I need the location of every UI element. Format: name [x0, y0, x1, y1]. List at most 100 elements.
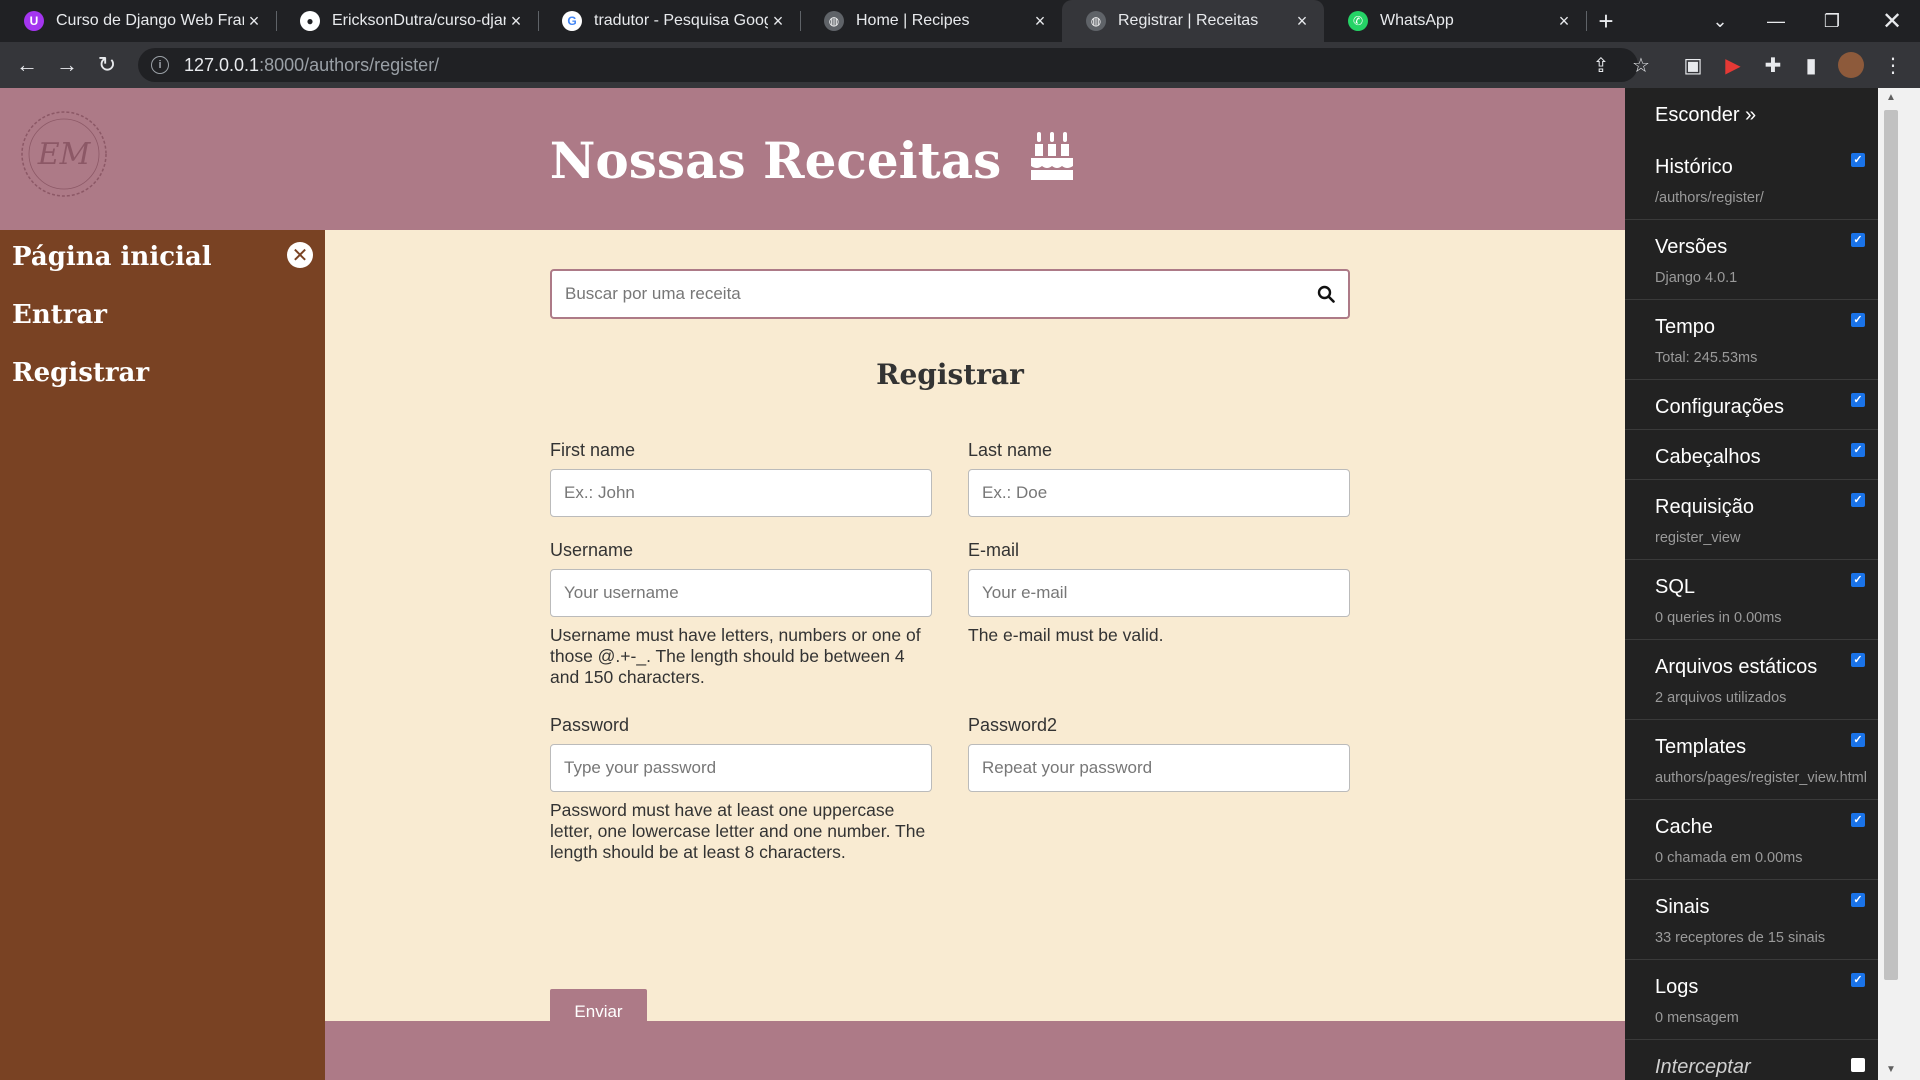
page-scrollbar[interactable]: ▲ ▼ — [1878, 88, 1920, 1080]
panel-title: Interceptar — [1655, 1056, 1751, 1078]
panel-signals[interactable]: Sinais 33 receptores de 15 sinais ✓ — [1625, 880, 1878, 960]
panel-checkbox[interactable]: ✓ — [1851, 493, 1865, 507]
panel-versions[interactable]: Versões Django 4.0.1 ✓ — [1625, 220, 1878, 300]
panel-title: Versões — [1655, 236, 1728, 258]
google-icon: G — [562, 11, 582, 31]
search-icon[interactable] — [1304, 285, 1348, 303]
panel-sql[interactable]: SQL 0 queries in 0.00ms ✓ — [1625, 560, 1878, 640]
last-name-field[interactable] — [968, 469, 1350, 517]
panel-checkbox[interactable]: ✓ — [1851, 573, 1865, 587]
panel-request[interactable]: Requisição register_view ✓ — [1625, 480, 1878, 560]
search-form — [550, 269, 1350, 319]
search-input[interactable] — [552, 271, 1304, 317]
email-group: E-mail The e-mail must be valid. — [968, 540, 1350, 646]
panel-checkbox[interactable]: ✓ — [1851, 893, 1865, 907]
close-icon[interactable]: × — [1292, 11, 1312, 32]
first-name-label: First name — [550, 440, 636, 460]
sidebar-item-login[interactable]: Entrar — [12, 300, 107, 330]
panel-history[interactable]: Histórico /authors/register/ ✓ — [1625, 140, 1878, 220]
extension-cast-icon[interactable]: ▣ — [1680, 52, 1706, 78]
profile-avatar[interactable] — [1838, 52, 1864, 78]
birthday-cake-icon — [1029, 130, 1075, 194]
panel-subtitle: 0 chamada em 0.00ms — [1655, 850, 1803, 866]
password-field[interactable] — [550, 744, 932, 792]
hide-toolbar-button[interactable]: Esconder » — [1655, 104, 1756, 127]
browser-tab-recipes[interactable]: ◍ Home | Recipes × — [800, 0, 1062, 42]
panel-headers[interactable]: Cabeçalhos ✓ — [1625, 430, 1878, 480]
extension-youtube-icon[interactable]: ▶ — [1720, 52, 1746, 78]
minimize-icon[interactable]: — — [1748, 0, 1804, 42]
scroll-up-arrow-icon[interactable]: ▲ — [1886, 92, 1896, 103]
window-close-icon[interactable]: ✕ — [1864, 0, 1920, 42]
browser-tab-whatsapp[interactable]: ✆ WhatsApp × — [1324, 0, 1586, 42]
panel-title: Tempo — [1655, 316, 1716, 338]
url-host: 127.0.0.1 — [184, 54, 260, 75]
bookmark-star-icon[interactable]: ☆ — [1628, 52, 1654, 78]
panel-checkbox[interactable]: ✓ — [1851, 153, 1865, 167]
browser-menu-icon[interactable]: ⋮ — [1880, 52, 1906, 78]
close-icon[interactable]: × — [1030, 11, 1050, 32]
panel-subtitle: 0 queries in 0.00ms — [1655, 610, 1782, 626]
back-icon[interactable]: ← — [11, 49, 43, 81]
extensions-puzzle-icon[interactable]: ✚ — [1760, 52, 1786, 78]
password2-label: Password2 — [968, 715, 1058, 735]
close-icon[interactable]: × — [768, 11, 788, 32]
address-bar[interactable]: i 127.0.0.1:8000/authors/register/ — [138, 48, 1638, 82]
username-label: Username — [550, 540, 634, 560]
panel-logs[interactable]: Logs 0 mensagem ✓ — [1625, 960, 1878, 1040]
side-panel-icon[interactable]: ▮ — [1798, 52, 1824, 78]
github-icon: ● — [300, 11, 320, 31]
browser-tab-github[interactable]: ● EricksonDutra/curso-djang × — [276, 0, 538, 42]
close-icon[interactable]: × — [1554, 11, 1574, 32]
password-help-text: Password must have at least one uppercas… — [550, 800, 926, 862]
site-info-icon[interactable]: i — [151, 56, 169, 74]
browser-tab-google[interactable]: G tradutor - Pesquisa Google × — [538, 0, 800, 42]
tab-title: WhatsApp — [1380, 12, 1454, 29]
browser-tab-registrar[interactable]: ◍ Registrar | Receitas × — [1062, 0, 1324, 42]
share-icon[interactable]: ⇪ — [1588, 52, 1614, 78]
scrollbar-thumb[interactable] — [1884, 110, 1898, 980]
email-field[interactable] — [968, 569, 1350, 617]
tab-title: Registrar | Receitas — [1118, 12, 1259, 29]
close-menu-icon[interactable]: ✕ — [287, 242, 313, 268]
first-name-field[interactable] — [550, 469, 932, 517]
panel-title: Histórico — [1655, 156, 1733, 178]
sidebar-item-register[interactable]: Registrar — [12, 358, 149, 388]
panel-checkbox[interactable]: ✓ — [1851, 313, 1865, 327]
close-icon[interactable]: × — [244, 11, 264, 32]
panel-intercept[interactable]: Interceptar — [1625, 1040, 1878, 1080]
panel-cache[interactable]: Cache 0 chamada em 0.00ms ✓ — [1625, 800, 1878, 880]
panel-checkbox[interactable]: ✓ — [1851, 443, 1865, 457]
scroll-down-arrow-icon[interactable]: ▼ — [1886, 1064, 1896, 1075]
tab-search-icon[interactable]: ⌄ — [1692, 0, 1748, 42]
panel-settings[interactable]: Configurações ✓ — [1625, 380, 1878, 430]
tab-title: Home | Recipes — [856, 12, 970, 29]
panel-checkbox[interactable]: ✓ — [1851, 813, 1865, 827]
password2-field[interactable] — [968, 744, 1350, 792]
panel-subtitle: 33 receptores de 15 sinais — [1655, 930, 1826, 946]
panel-checkbox[interactable]: ✓ — [1851, 973, 1865, 987]
panel-subtitle: 0 mensagem — [1655, 1010, 1739, 1026]
panel-checkbox[interactable]: ✓ — [1851, 393, 1865, 407]
panel-checkbox[interactable] — [1851, 1058, 1865, 1072]
panel-time[interactable]: Tempo Total: 245.53ms ✓ — [1625, 300, 1878, 380]
debug-toolbar: Esconder » Histórico /authors/register/ … — [1625, 88, 1878, 1080]
panel-checkbox[interactable]: ✓ — [1851, 653, 1865, 667]
username-field[interactable] — [550, 569, 932, 617]
sidebar-item-home[interactable]: Página inicial — [12, 242, 212, 272]
new-tab-button[interactable]: + — [1584, 0, 1628, 42]
close-icon[interactable]: × — [506, 11, 526, 32]
site-footer — [325, 1021, 1625, 1080]
panel-subtitle: authors/pages/register_view.html — [1655, 770, 1867, 786]
panel-static-files[interactable]: Arquivos estáticos 2 arquivos utilizados… — [1625, 640, 1878, 720]
form-title: Registrar — [876, 358, 1024, 391]
browser-tab-udemy[interactable]: U Curso de Django Web Fram × — [0, 0, 276, 42]
forward-icon[interactable]: → — [51, 49, 83, 81]
panel-checkbox[interactable]: ✓ — [1851, 233, 1865, 247]
panel-checkbox[interactable]: ✓ — [1851, 733, 1865, 747]
maximize-icon[interactable]: ❐ — [1804, 0, 1860, 42]
first-name-group: First name — [550, 440, 932, 517]
username-help-text: Username must have letters, numbers or o… — [550, 625, 921, 687]
reload-icon[interactable]: ↻ — [91, 49, 123, 81]
panel-templates[interactable]: Templates authors/pages/register_view.ht… — [1625, 720, 1878, 800]
